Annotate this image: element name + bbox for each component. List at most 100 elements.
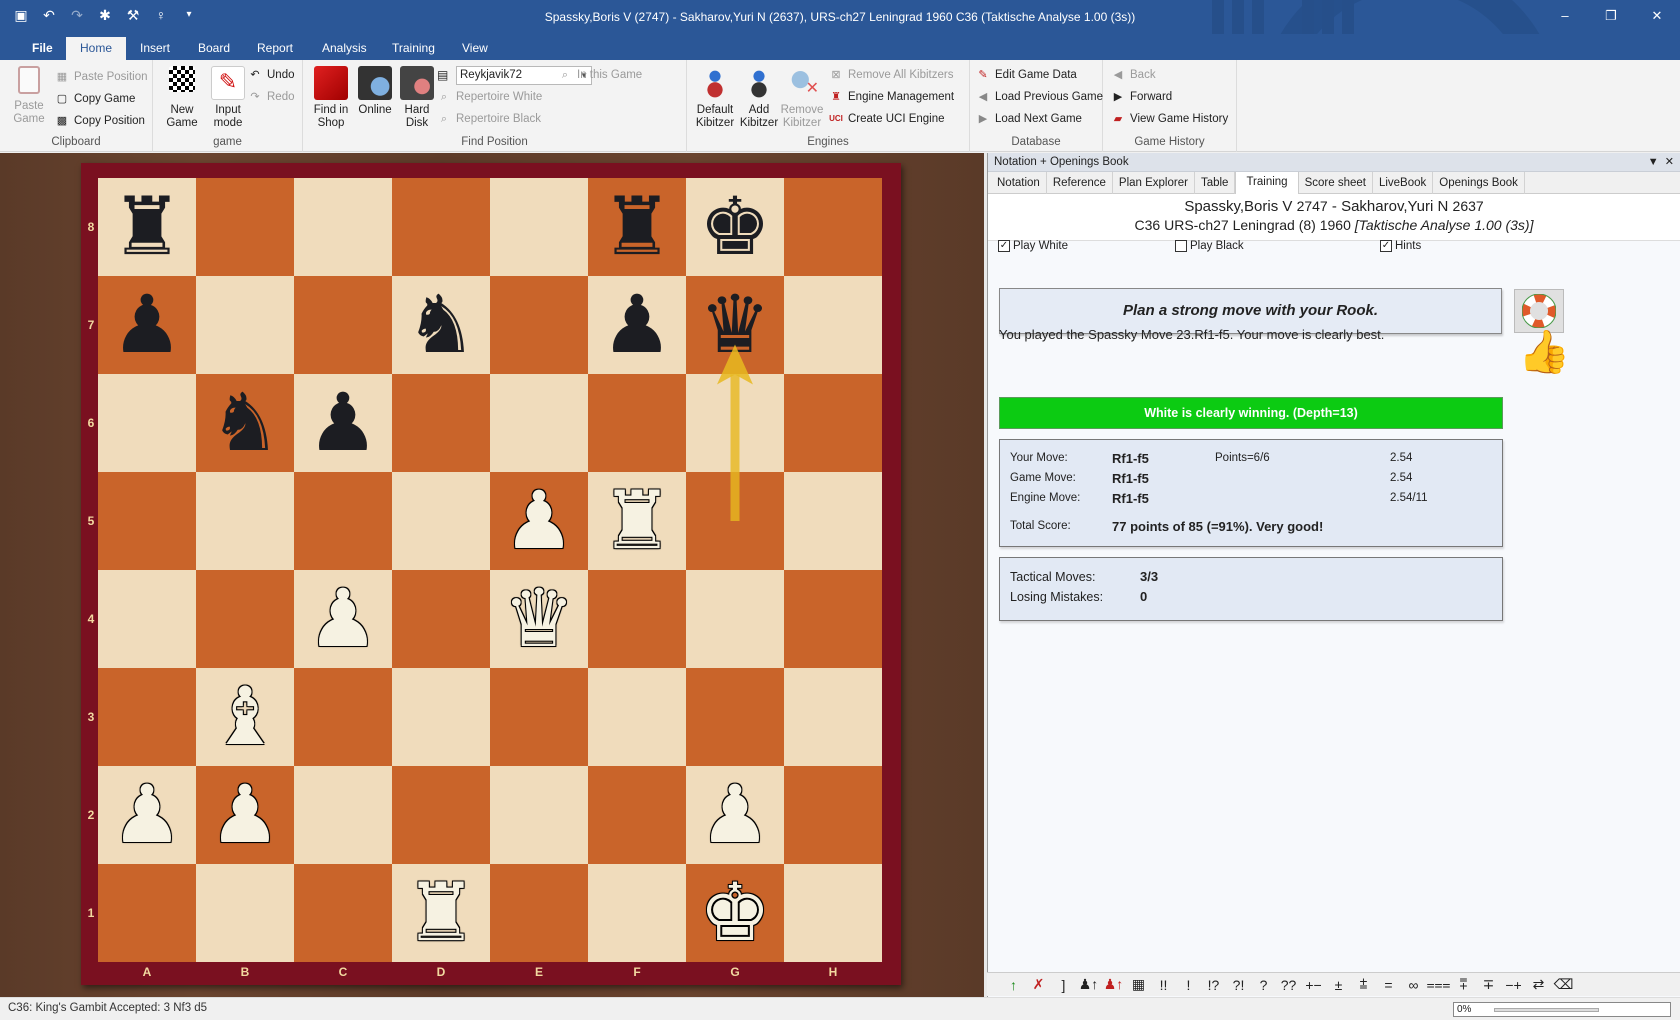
tab-table[interactable]: Table <box>1195 172 1236 194</box>
square-d8[interactable] <box>392 178 490 276</box>
help-lifebuoy-button[interactable] <box>1514 289 1564 333</box>
edit-game-data-button[interactable]: ✎ Edit Game Data <box>976 66 1076 84</box>
redo-button[interactable]: ↷ Redo <box>248 88 294 106</box>
tab-plan-explorer[interactable]: Plan Explorer <box>1113 172 1195 194</box>
tab-board[interactable]: Board <box>184 37 244 60</box>
view-game-history-button[interactable]: ▰ View Game History <box>1111 110 1228 128</box>
square-f4[interactable] <box>588 570 686 668</box>
square-b5[interactable] <box>196 472 294 570</box>
square-e1[interactable] <box>490 864 588 962</box>
annotation-delete-icon[interactable]: ✗ <box>1026 976 1051 993</box>
square-c2[interactable] <box>294 766 392 864</box>
square-c5[interactable] <box>294 472 392 570</box>
annotation-diagram-icon[interactable]: ▦ <box>1126 976 1151 993</box>
square-b4[interactable] <box>196 570 294 668</box>
panel-close-icon[interactable]: ✕ <box>1665 156 1674 168</box>
white-queen-e4[interactable]: ♛ <box>490 570 588 668</box>
input-mode-button[interactable]: ✎ Input mode <box>205 66 251 130</box>
tab-training[interactable]: Training <box>1235 170 1299 194</box>
tab-reference[interactable]: Reference <box>1047 172 1113 194</box>
square-a4[interactable] <box>98 570 196 668</box>
find-in-shop-button[interactable]: Find in Shop <box>309 66 353 130</box>
tab-livebook[interactable]: LiveBook <box>1373 172 1434 194</box>
add-kibitzer-button[interactable]: Add Kibitzer <box>737 66 781 130</box>
annotation-black-moves-icon[interactable]: ♟↑ <box>1101 976 1126 993</box>
white-pawn-a2[interactable]: ♟ <box>98 766 196 864</box>
square-d6[interactable] <box>392 374 490 472</box>
tab-analysis[interactable]: Analysis <box>308 37 381 60</box>
remove-kibitzer-button[interactable]: ✕ Remove Kibitzer <box>780 66 824 130</box>
close-button[interactable]: ✕ <box>1634 4 1680 28</box>
tab-openings-book[interactable]: Openings Book <box>1433 172 1525 194</box>
hard-disk-button[interactable]: Hard Disk <box>395 66 439 130</box>
square-h4[interactable] <box>784 570 882 668</box>
annotation-add-variation-icon[interactable]: ↑ <box>1001 977 1026 993</box>
square-c8[interactable] <box>294 178 392 276</box>
white-pawn-c4[interactable]: ♟ <box>294 570 392 668</box>
create-uci-engine-button[interactable]: UCI Create UCI Engine <box>829 110 944 128</box>
square-c1[interactable] <box>294 864 392 962</box>
square-b1[interactable] <box>196 864 294 962</box>
annotation-black-better[interactable]: ∓ <box>1476 976 1501 993</box>
black-pawn-c6[interactable]: ♟ <box>294 374 392 472</box>
tab-file[interactable]: File <box>18 37 67 60</box>
square-e6[interactable] <box>490 374 588 472</box>
square-e8[interactable] <box>490 178 588 276</box>
black-king-g8[interactable]: ♚ <box>686 178 784 276</box>
tab-score-sheet[interactable]: Score sheet <box>1299 172 1373 194</box>
annotation-white-slightly-better[interactable]: ⩲ <box>1351 976 1376 993</box>
annotation-equal[interactable]: = <box>1376 977 1401 993</box>
black-pawn-a7[interactable]: ♟ <box>98 276 196 374</box>
engine-management-button[interactable]: ♜ Engine Management <box>829 88 954 106</box>
square-g5[interactable] <box>686 472 784 570</box>
square-e2[interactable] <box>490 766 588 864</box>
square-h8[interactable] <box>784 178 882 276</box>
copy-game-button[interactable]: ▢ Copy Game <box>55 90 136 108</box>
tab-home[interactable]: Home <box>66 37 127 60</box>
annotation-white-winning[interactable]: +− <box>1301 977 1326 993</box>
restore-button[interactable]: ❐ <box>1588 4 1634 28</box>
annotation-black-slightly-better[interactable]: ⩱ <box>1451 976 1476 993</box>
square-f1[interactable] <box>588 864 686 962</box>
square-g4[interactable] <box>686 570 784 668</box>
annotation-interesting-move[interactable]: !? <box>1201 977 1226 993</box>
forward-button[interactable]: ▶ Forward <box>1111 88 1172 106</box>
annotation-with-compensation[interactable]: ⩶ <box>1426 976 1451 993</box>
tab-notation[interactable]: Notation <box>991 172 1047 194</box>
default-kibitzer-button[interactable]: Default Kibitzer <box>693 66 737 130</box>
white-rook-d1[interactable]: ♜ <box>392 864 490 962</box>
load-previous-game-button[interactable]: ◀ Load Previous Game <box>976 88 1103 106</box>
annotation-counterplay[interactable]: ⇄ <box>1526 976 1551 993</box>
back-button[interactable]: ◀ Back <box>1111 66 1156 84</box>
annotation-eraser-icon[interactable]: ⌫ <box>1551 976 1576 993</box>
black-knight-d7[interactable]: ♞ <box>392 276 490 374</box>
square-f3[interactable] <box>588 668 686 766</box>
white-bishop-b3[interactable]: ♝ <box>196 668 294 766</box>
tab-view[interactable]: View <box>448 37 502 60</box>
minimize-button[interactable]: ‒ <box>1542 4 1588 28</box>
square-a1[interactable] <box>98 864 196 962</box>
square-d5[interactable] <box>392 472 490 570</box>
white-pawn-g2[interactable]: ♟ <box>686 766 784 864</box>
tab-training[interactable]: Training <box>378 37 449 60</box>
black-rook-f8[interactable]: ♜ <box>588 178 686 276</box>
square-h7[interactable] <box>784 276 882 374</box>
repertoire-black-button[interactable]: ⌕ Repertoire Black <box>437 110 541 128</box>
tab-report[interactable]: Report <box>243 37 307 60</box>
undo-button[interactable]: ↶ Undo <box>248 66 294 84</box>
white-king-g1[interactable]: ♚ <box>686 864 784 962</box>
black-rook-a8[interactable]: ♜ <box>98 178 196 276</box>
square-c7[interactable] <box>294 276 392 374</box>
square-d2[interactable] <box>392 766 490 864</box>
square-g3[interactable] <box>686 668 784 766</box>
annotation-mistake[interactable]: ? <box>1251 977 1276 993</box>
square-g6[interactable] <box>686 374 784 472</box>
square-h5[interactable] <box>784 472 882 570</box>
new-game-button[interactable]: New Game <box>159 66 205 130</box>
copy-position-button[interactable]: ▩ Copy Position <box>55 112 145 130</box>
tab-insert[interactable]: Insert <box>126 37 184 60</box>
paste-game-button[interactable]: Paste Game <box>10 66 48 126</box>
annotation-brilliant-move[interactable]: !! <box>1151 977 1176 993</box>
paste-position-button[interactable]: ▦ Paste Position <box>55 68 148 86</box>
panel-menu-icon[interactable]: ▼ <box>1648 156 1659 168</box>
